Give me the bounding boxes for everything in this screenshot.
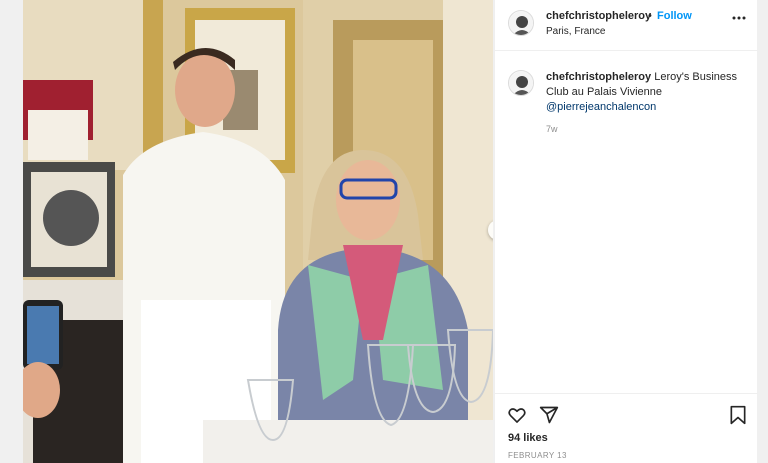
share-button[interactable] [539,405,559,425]
likes-count[interactable]: 94 likes [508,432,548,444]
instagram-post-window: chefchristopheleroy • Follow Paris, Fran… [0,0,768,463]
more-options-button[interactable] [731,10,747,26]
location-link[interactable]: Paris, France [546,26,605,37]
share-icon [539,406,559,424]
avatar-image [509,71,533,95]
post-header: chefchristopheleroy • Follow Paris, Fran… [495,0,758,51]
caption-username-link[interactable]: chefchristopheleroy [546,71,651,83]
bookmark-icon [730,405,746,425]
save-button[interactable] [728,405,748,425]
username-link[interactable]: chefchristopheleroy [546,10,651,22]
like-button[interactable] [507,405,527,425]
photo-illustration [23,0,493,463]
post-date: FEBRUARY 13 [508,451,567,460]
mention-link[interactable]: @pierrejeanchalencon [546,101,656,113]
heart-icon [508,408,526,423]
time-ago: 7w [546,124,558,134]
post-actions: 94 likes FEBRUARY 13 [495,393,758,463]
caption-avatar[interactable] [508,70,534,96]
post-sidebar: chefchristopheleroy • Follow Paris, Fran… [494,0,758,463]
avatar-image [509,11,533,35]
follow-separator: • [648,10,652,22]
post-photo[interactable] [23,0,493,463]
more-options-icon [732,16,746,20]
avatar[interactable] [508,10,534,36]
follow-button[interactable]: Follow [657,10,692,22]
post-caption: chefchristopheleroy Leroy's Business Clu… [546,70,746,115]
